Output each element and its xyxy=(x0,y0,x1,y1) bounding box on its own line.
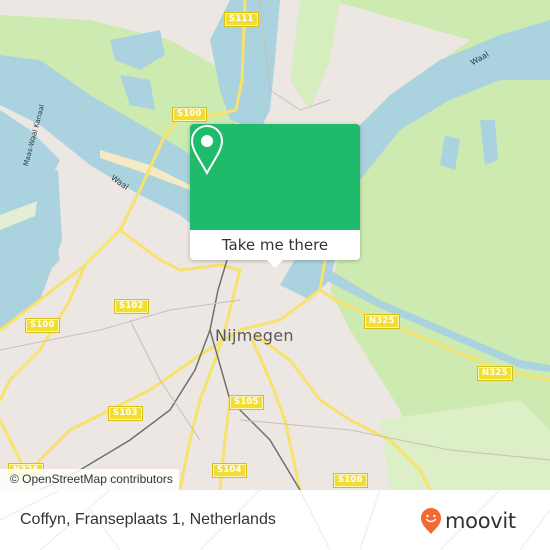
popup-header xyxy=(190,124,360,230)
road-label-s105: S105 xyxy=(229,395,264,410)
road-label-s102: S102 xyxy=(114,299,149,314)
map-attribution[interactable]: © OpenStreetMap contributors xyxy=(0,469,179,490)
road-label-s106: S106 xyxy=(333,473,368,488)
popup-pointer xyxy=(267,260,283,268)
road-label-s100-top: S100 xyxy=(172,107,207,122)
map-view[interactable]: Waal Waal Maas-Waal Kanaal S111 S100 S10… xyxy=(0,0,550,490)
road-label-n325-a: N325 xyxy=(364,314,400,329)
road-label-s104: S104 xyxy=(212,463,247,478)
road-label-s111: S111 xyxy=(224,12,259,27)
footer-bar: Coffyn, Franseplaats 1, Netherlands moov… xyxy=(0,490,550,550)
road-label-n325-b: N325 xyxy=(477,366,513,381)
moovit-logo[interactable]: moovit xyxy=(420,507,516,535)
place-name: Coffyn, Franseplaats 1, Netherlands xyxy=(20,511,276,528)
city-label: Nijmegen xyxy=(215,326,294,345)
moovit-smile-pin-icon xyxy=(421,508,441,534)
take-me-there-button[interactable]: Take me there xyxy=(190,230,360,260)
road-label-s103: S103 xyxy=(108,406,143,421)
brand-name: moovit xyxy=(445,509,516,533)
map-pin-icon xyxy=(190,124,224,176)
location-popup: Take me there xyxy=(190,124,360,268)
road-label-s100-left: S100 xyxy=(25,318,60,333)
